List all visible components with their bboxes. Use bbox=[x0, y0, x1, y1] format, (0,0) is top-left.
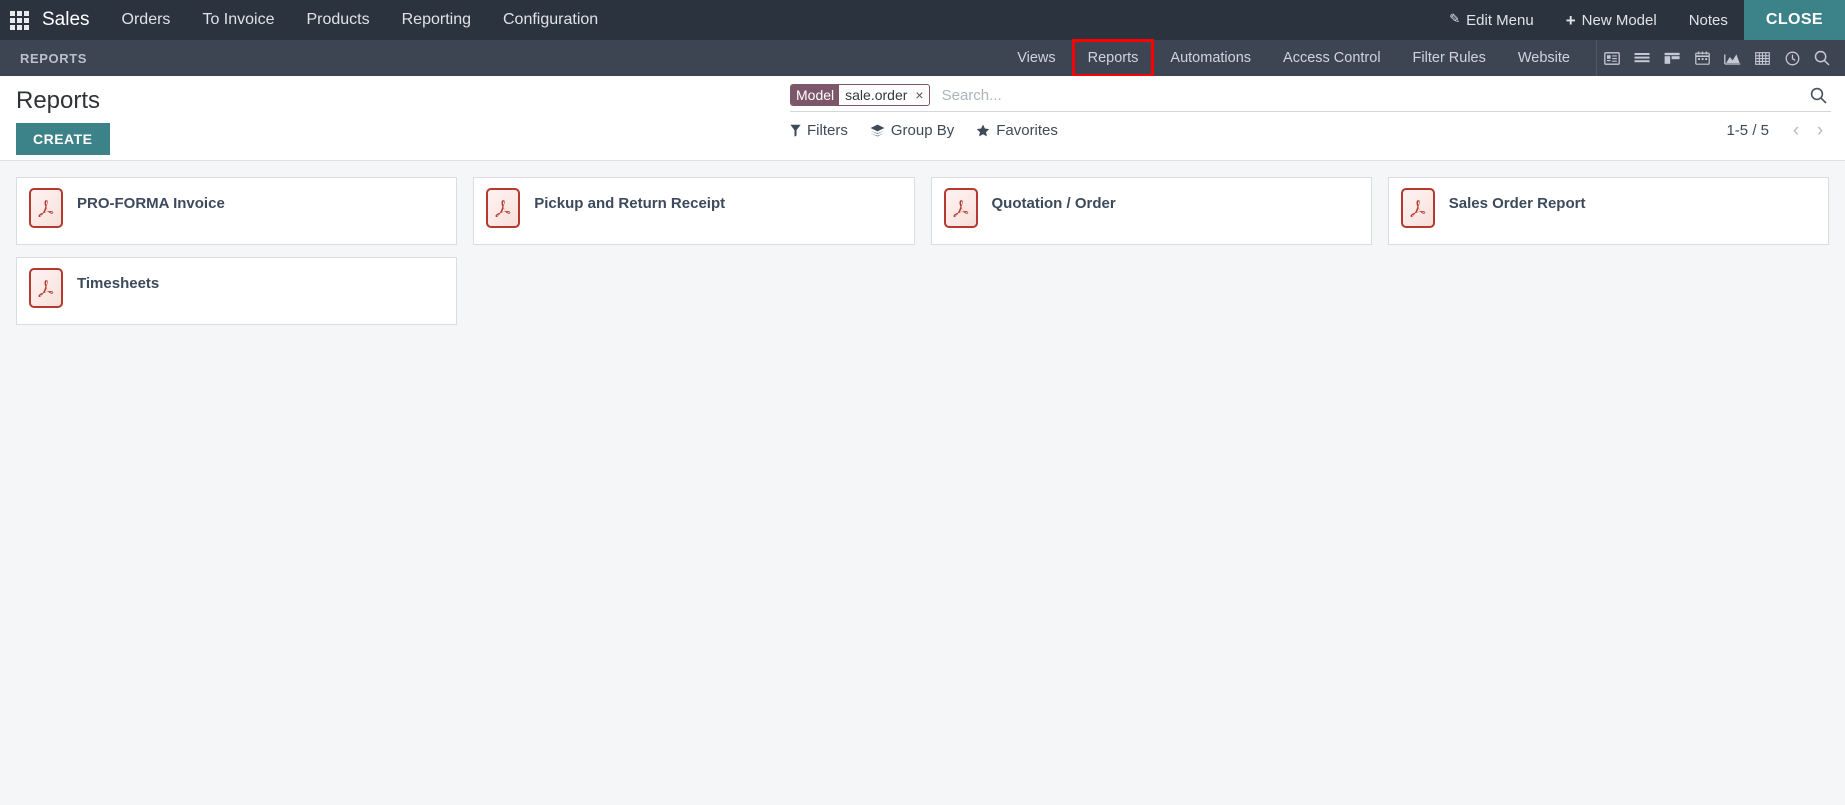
report-title: Quotation / Order bbox=[991, 195, 1116, 212]
kanban-card: Timesheets bbox=[8, 251, 465, 331]
edit-menu-label: Edit Menu bbox=[1466, 11, 1534, 29]
pdf-file-icon bbox=[29, 268, 63, 308]
calendar-view-icon[interactable] bbox=[1687, 40, 1717, 76]
edit-menu-button[interactable]: ✎ Edit Menu bbox=[1433, 0, 1549, 40]
control-panel-filter-row: Filters Group By Favorites 1-5 / 5 ‹ › bbox=[790, 112, 1831, 141]
menu-item-configuration[interactable]: Configuration bbox=[487, 0, 614, 40]
tab-access-control[interactable]: Access Control bbox=[1267, 40, 1397, 76]
pager: 1-5 / 5 ‹ › bbox=[1726, 119, 1831, 141]
report-card-pro-forma-invoice[interactable]: PRO-FORMA Invoice bbox=[16, 177, 458, 245]
kanban-card: PRO-FORMA Invoice bbox=[8, 171, 465, 251]
activity-clock-icon[interactable] bbox=[1777, 40, 1807, 76]
create-button[interactable]: CREATE bbox=[16, 123, 110, 156]
reports-kanban: PRO-FORMA Invoice Pickup and Return Rece… bbox=[8, 171, 1837, 331]
layers-icon bbox=[870, 124, 885, 136]
graph-view-icon[interactable] bbox=[1717, 40, 1747, 76]
search-input[interactable] bbox=[937, 84, 1800, 106]
report-card-quotation-order[interactable]: Quotation / Order bbox=[930, 177, 1372, 245]
control-panel: Reports CREATE Model sale.order × Search… bbox=[0, 76, 1845, 161]
kanban-card: Sales Order Report bbox=[1380, 171, 1837, 251]
menu-item-reporting[interactable]: Reporting bbox=[386, 0, 487, 40]
app-brand-sales[interactable]: Sales bbox=[38, 0, 106, 40]
filters-label: Filters bbox=[807, 121, 848, 139]
apps-grid-icon[interactable] bbox=[0, 0, 38, 40]
kanban-view-icon[interactable] bbox=[1657, 40, 1687, 76]
new-model-button[interactable]: + New Model bbox=[1550, 0, 1673, 40]
search-icon[interactable] bbox=[1807, 40, 1837, 76]
tab-reports[interactable]: Reports bbox=[1071, 39, 1155, 77]
pdf-file-icon bbox=[29, 188, 63, 228]
pager-previous-button[interactable]: ‹ bbox=[1785, 119, 1807, 141]
control-panel-right: Model sale.order × Search... Filters Gro… bbox=[790, 76, 1845, 141]
studio-breadcrumb-reports: REPORTS bbox=[20, 50, 88, 66]
top-app-bar: Sales Orders To Invoice Products Reporti… bbox=[0, 0, 1845, 40]
close-icon[interactable]: × bbox=[911, 85, 928, 105]
notes-button[interactable]: Notes bbox=[1673, 0, 1744, 40]
app-bar-left: Sales Orders To Invoice Products Reporti… bbox=[0, 0, 614, 40]
kanban-card: Pickup and Return Receipt bbox=[465, 171, 922, 251]
pivot-view-icon[interactable] bbox=[1747, 40, 1777, 76]
report-card-timesheets[interactable]: Timesheets bbox=[16, 257, 458, 325]
contact-card-icon[interactable] bbox=[1597, 40, 1627, 76]
report-title: Sales Order Report bbox=[1448, 195, 1586, 212]
list-view-icon[interactable] bbox=[1627, 40, 1657, 76]
star-icon bbox=[976, 124, 990, 136]
menu-item-to-invoice[interactable]: To Invoice bbox=[186, 0, 290, 40]
tab-filter-rules[interactable]: Filter Rules bbox=[1397, 40, 1502, 76]
tab-website[interactable]: Website bbox=[1502, 40, 1586, 76]
studio-bar: REPORTS Views Reports Automations Access… bbox=[0, 39, 1845, 77]
page-title: Reports bbox=[16, 87, 101, 114]
pager-count: 1-5 / 5 bbox=[1726, 121, 1769, 139]
menu-item-orders[interactable]: Orders bbox=[106, 0, 187, 40]
tab-automations[interactable]: Automations bbox=[1154, 40, 1267, 76]
report-title: Pickup and Return Receipt bbox=[534, 195, 726, 212]
group-by-dropdown[interactable]: Group By bbox=[870, 122, 954, 139]
content-area: PRO-FORMA Invoice Pickup and Return Rece… bbox=[0, 161, 1845, 805]
filter-icon bbox=[790, 124, 801, 137]
filters-dropdown[interactable]: Filters bbox=[790, 122, 848, 139]
report-card-sales-order-report[interactable]: Sales Order Report bbox=[1387, 177, 1829, 245]
search-submit-icon[interactable] bbox=[1800, 84, 1831, 106]
favorites-dropdown[interactable]: Favorites bbox=[976, 122, 1058, 139]
search-facet-value: sale.order bbox=[839, 85, 912, 105]
search-facet-label: Model bbox=[791, 85, 840, 105]
pencil-icon: ✎ bbox=[1449, 11, 1461, 26]
report-title: PRO-FORMA Invoice bbox=[77, 195, 225, 212]
menu-item-products[interactable]: Products bbox=[290, 0, 385, 40]
search-view: Model sale.order × bbox=[790, 76, 1831, 112]
plus-icon: + bbox=[1565, 10, 1576, 30]
view-type-switcher bbox=[1596, 40, 1845, 76]
report-title: Timesheets bbox=[77, 275, 160, 292]
pdf-file-icon bbox=[1400, 188, 1435, 228]
report-card-pickup-and-return-receipt[interactable]: Pickup and Return Receipt bbox=[473, 177, 915, 245]
kanban-card: Quotation / Order bbox=[923, 171, 1380, 251]
search-facet-model[interactable]: Model sale.order × bbox=[790, 84, 930, 106]
pdf-file-icon bbox=[486, 188, 521, 228]
pager-next-button[interactable]: › bbox=[1809, 119, 1831, 141]
pdf-file-icon bbox=[943, 188, 978, 228]
favorites-label: Favorites bbox=[996, 121, 1058, 139]
close-studio-button[interactable]: CLOSE bbox=[1743, 0, 1845, 40]
new-model-label: New Model bbox=[1581, 11, 1657, 29]
tab-views[interactable]: Views bbox=[1001, 40, 1071, 76]
control-panel-top-row: Reports CREATE Model sale.order × Search… bbox=[0, 76, 1845, 156]
apps-grid-glyph bbox=[9, 10, 29, 30]
studio-tabs: Views Reports Automations Access Control… bbox=[1001, 39, 1845, 77]
control-panel-left: Reports CREATE bbox=[0, 76, 110, 156]
group-by-label: Group By bbox=[890, 121, 955, 139]
search-dropdowns: Filters Group By Favorites bbox=[790, 122, 1058, 139]
app-bar-systray: ✎ Edit Menu + New Model Notes CLOSE bbox=[1433, 0, 1845, 40]
